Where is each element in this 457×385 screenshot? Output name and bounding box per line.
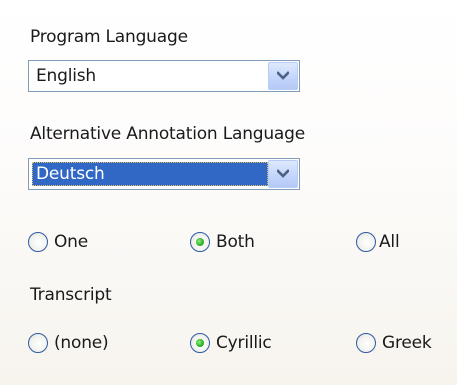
radio-circle[interactable] [356,333,376,353]
annotation-language-label: Alternative Annotation Language [30,124,305,144]
radio-transcript-greek-label: Greek [382,333,432,353]
program-language-value: English [36,66,96,86]
radio-both-label: Both [216,232,255,252]
program-language-label: Program Language [30,27,188,47]
radio-circle-checked[interactable] [190,232,210,252]
radio-one[interactable]: One [28,231,88,253]
chevron-down-icon [277,169,289,178]
chevron-down-icon [277,71,289,80]
program-language-select[interactable]: English [28,60,300,92]
radio-transcript-none-label: (none) [54,333,109,353]
radio-circle[interactable] [356,232,376,252]
annotation-language-value: Deutsch [32,162,268,186]
program-language-dropdown-button[interactable] [268,62,298,90]
transcript-label: Transcript [30,285,112,305]
radio-circle[interactable] [28,333,48,353]
radio-circle-checked[interactable] [190,333,210,353]
radio-dot-icon [196,238,204,246]
radio-circle[interactable] [28,232,48,252]
radio-dot-icon [196,339,204,347]
radio-both[interactable]: Both [190,231,255,253]
annotation-language-select[interactable]: Deutsch [28,158,300,190]
radio-one-label: One [54,232,89,252]
annotation-language-dropdown-button[interactable] [268,160,298,188]
radio-transcript-cyrillic-label: Cyrillic [216,333,272,353]
radio-transcript-none[interactable]: (none) [28,332,109,354]
radio-transcript-cyrillic[interactable]: Cyrillic [190,332,272,354]
radio-all-label: All [379,232,400,252]
radio-all[interactable]: All [356,231,400,253]
radio-transcript-greek[interactable]: Greek [356,332,432,354]
